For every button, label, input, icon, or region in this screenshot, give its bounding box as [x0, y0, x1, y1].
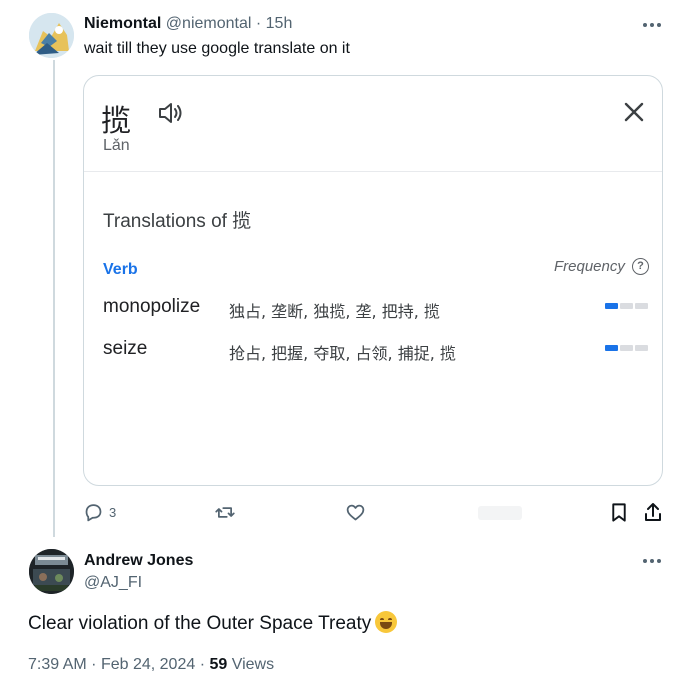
more-icon[interactable]	[643, 557, 665, 565]
tweet-text: Clear violation of the Outer Space Treat…	[28, 611, 398, 635]
help-icon[interactable]: ?	[632, 258, 649, 275]
part-of-speech: Verb	[103, 261, 138, 278]
tweet-time[interactable]: 7:39 AM	[28, 656, 87, 673]
views-count: 59	[209, 656, 228, 673]
translation-word: monopolize	[103, 296, 201, 317]
retweet-button[interactable]	[214, 502, 236, 528]
reply-count: 3	[109, 505, 117, 520]
avatar[interactable]	[29, 13, 74, 58]
separator: ·	[255, 15, 262, 32]
tweet-date[interactable]: Feb 24, 2024	[101, 656, 195, 673]
translation-word: seize	[103, 338, 148, 359]
tweet-text: wait till they use google translate on i…	[84, 40, 350, 57]
synonyms: 独占, 垄断, 独揽, 垄, 把持, 揽	[229, 302, 440, 321]
avatar[interactable]	[29, 549, 74, 594]
display-name[interactable]: Andrew Jones	[84, 552, 193, 570]
share-button[interactable]	[643, 501, 663, 528]
like-button[interactable]	[345, 502, 366, 528]
bookmark-button[interactable]	[609, 502, 629, 528]
views-label: Views	[231, 656, 275, 673]
retweet-icon	[215, 507, 235, 518]
grinning-face-icon	[375, 611, 398, 633]
pinyin: Lǎn	[103, 137, 130, 154]
separator: ·	[91, 656, 97, 673]
handle[interactable]: @AJ_FI	[84, 574, 142, 592]
tweet-meta: 7:39 AM · Feb 24, 2024 · 59 Views	[28, 656, 274, 674]
frequency-bar	[605, 303, 648, 309]
timestamp[interactable]: 15h	[266, 15, 293, 32]
views-icon[interactable]	[478, 506, 522, 520]
separator: ·	[199, 656, 206, 673]
like-icon	[346, 504, 365, 521]
reply-button[interactable]: 3	[83, 502, 116, 523]
close-icon[interactable]	[623, 101, 645, 128]
divider	[84, 171, 662, 172]
translations-title: Translations of 揽	[103, 211, 252, 232]
tweet-header: Niemontal @niemontal · 15h	[84, 15, 292, 33]
headword: 揽	[101, 104, 131, 139]
frequency-label: Frequency	[554, 258, 625, 275]
handle[interactable]: @niemontal	[166, 15, 252, 32]
reply-icon	[85, 504, 102, 522]
synonyms: 抢占, 把握, 夺取, 占领, 捕捉, 揽	[229, 344, 456, 363]
translate-card[interactable]: 揽 Lǎn Translations of 揽 Verb Frequency ?…	[83, 75, 663, 486]
share-icon	[645, 503, 661, 521]
thread-line	[53, 60, 55, 537]
frequency-bar	[605, 345, 648, 351]
tweet-body: Clear violation of the Outer Space Treat…	[28, 613, 372, 634]
more-icon[interactable]	[643, 21, 665, 29]
speaker-icon[interactable]	[158, 101, 184, 130]
display-name[interactable]: Niemontal	[84, 15, 161, 32]
bookmark-icon	[612, 503, 626, 522]
